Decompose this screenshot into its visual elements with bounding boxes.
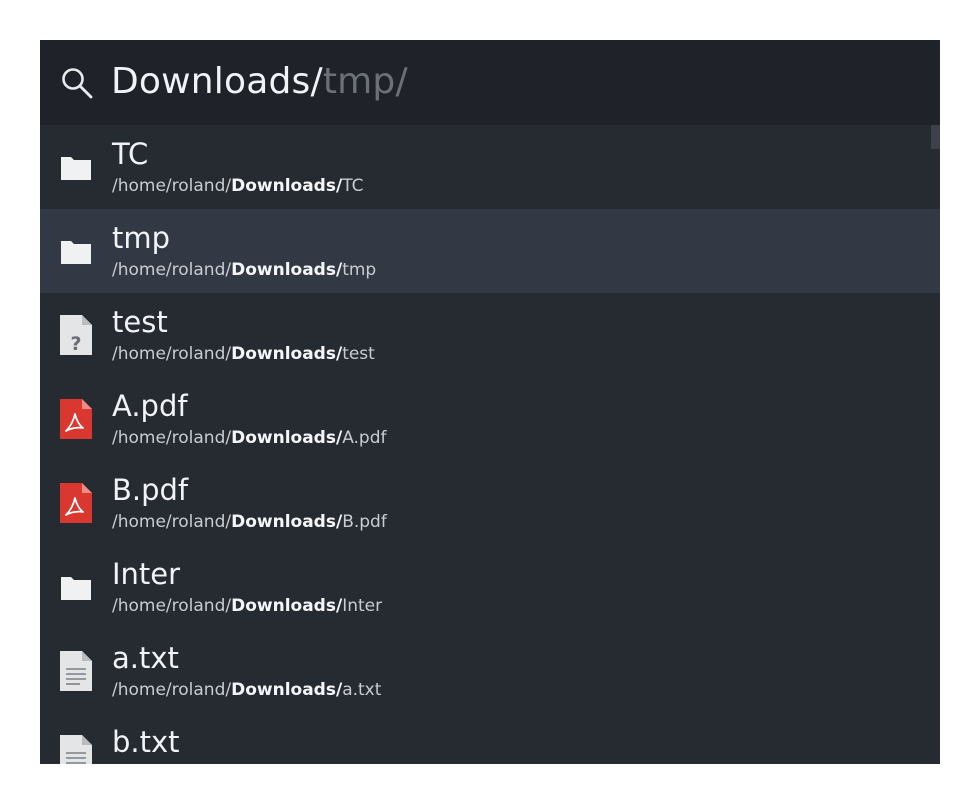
search-completion-hint: tmp/ [322,61,408,102]
result-row[interactable]: tmp/home/roland/Downloads/tmp [40,209,940,293]
folder-icon [58,230,94,272]
result-path: /home/roland/Downloads/a.txt [112,679,381,701]
result-row[interactable]: B.pdf/home/roland/Downloads/B.pdf [40,461,930,545]
result-path: /home/roland/Downloads/tmp [112,259,376,281]
result-path: /home/roland/Downloads/TC [112,175,363,197]
result-path-prefix: /home/roland/ [112,428,232,448]
result-path-suffix: tmp [342,260,377,280]
result-path-match: Downloads/ [231,344,343,364]
result-title: TC [112,137,149,171]
result-path-match: Downloads/ [231,512,343,532]
search-icon [62,68,93,99]
folder-icon [58,146,94,188]
text-file-icon [58,650,94,692]
result-path-match: Downloads/ [231,596,343,616]
result-title: a.txt [112,641,179,675]
result-path-suffix: a.txt [342,680,382,700]
result-title: tmp [112,221,171,255]
result-path: /home/roland/Downloads/Inter [112,595,382,617]
result-path-match: Downloads/ [231,428,343,448]
result-row[interactable]: A.pdf/home/roland/Downloads/A.pdf [40,377,930,461]
pdf-file-icon [58,482,94,524]
result-path: /home/roland/Downloads/test [112,343,375,365]
unknown-file-icon: ? [58,314,94,356]
result-title: test [112,305,168,339]
result-path-prefix: /home/roland/ [112,512,232,532]
result-path-match: Downloads/ [231,680,343,700]
result-path-suffix: B.pdf [342,512,387,532]
search-input[interactable]: Downloads/tmp/ [111,58,408,106]
result-path-suffix: Inter [342,596,383,616]
result-row[interactable]: TC/home/roland/Downloads/TC [40,125,930,209]
result-path-suffix: test [342,344,375,364]
results-list: TC/home/roland/Downloads/TC tmp/home/rola… [40,125,940,764]
result-path: /home/roland/Downloads/b.txt [112,763,382,764]
text-file-icon [58,734,94,764]
result-path-prefix: /home/roland/ [112,680,232,700]
search-typed-text: Downloads/ [111,61,323,102]
result-path-match: Downloads/ [231,176,343,196]
result-path: /home/roland/Downloads/A.pdf [112,427,387,449]
result-path-prefix: /home/roland/ [112,260,232,280]
result-path: /home/roland/Downloads/B.pdf [112,511,387,533]
result-path-suffix: TC [342,176,364,196]
pdf-file-icon [58,398,94,440]
result-title: A.pdf [112,389,188,423]
launcher-window: Downloads/tmp/ TC/home/roland/Downloads/… [40,40,940,764]
result-path-suffix: A.pdf [342,428,387,448]
result-path-match: Downloads/ [231,260,343,280]
result-title: Inter [112,557,181,591]
result-row[interactable]: ? test/home/roland/Downloads/test [40,293,930,377]
scrollbar-thumb[interactable] [931,125,940,149]
result-row[interactable]: a.txt/home/roland/Downloads/a.txt [40,629,930,713]
result-path-prefix: /home/roland/ [112,344,232,364]
svg-text:?: ? [70,333,81,355]
search-bar[interactable]: Downloads/tmp/ [40,40,940,125]
result-path-prefix: /home/roland/ [112,596,232,616]
result-row[interactable]: Inter/home/roland/Downloads/Inter [40,545,930,629]
result-path-prefix: /home/roland/ [112,176,232,196]
result-title: B.pdf [112,473,189,507]
result-title: b.txt [112,725,180,759]
folder-icon [58,566,94,608]
result-row[interactable]: b.txt/home/roland/Downloads/b.txt [40,713,930,764]
